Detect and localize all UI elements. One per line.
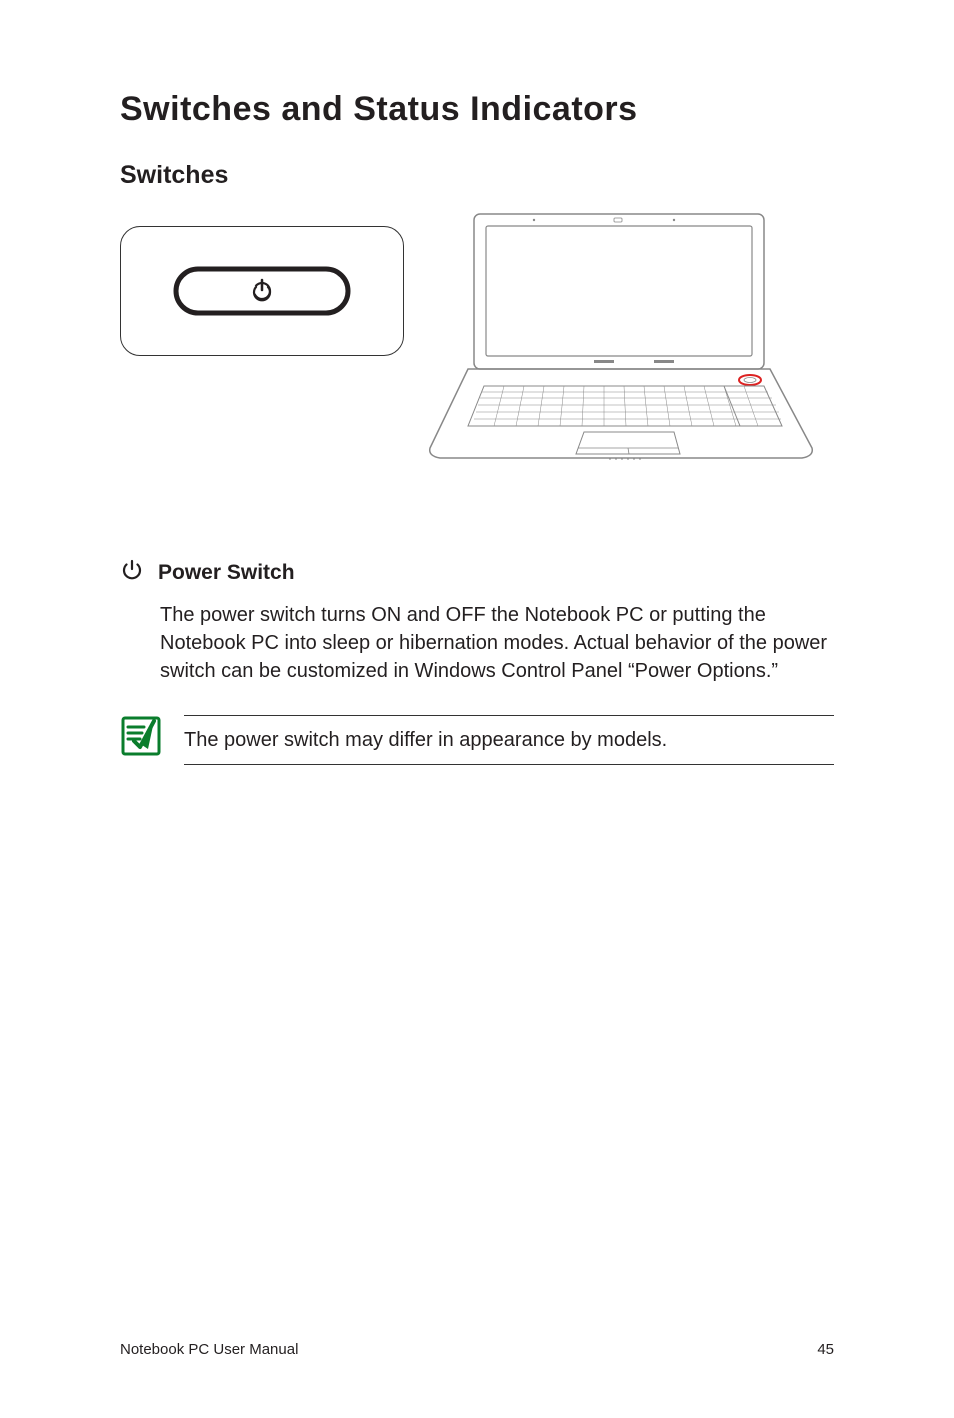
power-button-illustration [120,226,404,356]
section-switches-heading: Switches [120,161,834,190]
power-switch-body: The power switch turns ON and OFF the No… [160,601,834,685]
power-switch-heading-row: Power Switch [120,558,834,587]
footer-page-number: 45 [817,1341,834,1358]
power-button-svg [172,261,352,321]
figure-row [120,208,834,468]
footer-manual-title: Notebook PC User Manual [120,1341,298,1358]
power-icon [120,558,144,587]
page-footer: Notebook PC User Manual 45 [120,1341,834,1358]
laptop-svg [424,208,834,468]
note-row: The power switch may differ in appearanc… [120,715,834,765]
note-text-wrap: The power switch may differ in appearanc… [184,715,834,765]
note-text: The power switch may differ in appearanc… [184,726,834,754]
page-title: Switches and Status Indicators [120,90,834,129]
note-icon [120,715,162,762]
laptop-illustration [424,208,834,468]
power-switch-heading: Power Switch [158,561,295,585]
